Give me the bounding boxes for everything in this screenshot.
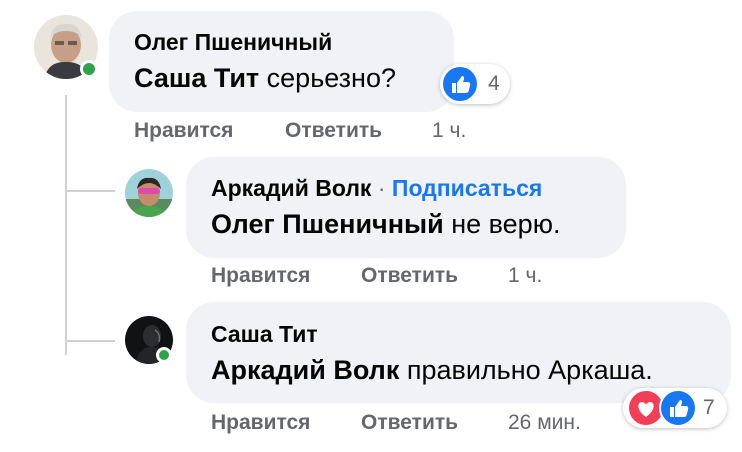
comment-timestamp[interactable]: 1 ч. xyxy=(432,119,466,143)
like-button[interactable]: Нравится xyxy=(211,264,310,288)
comment-timestamp[interactable]: 26 мин. xyxy=(508,411,581,435)
reaction-summary[interactable]: 7 xyxy=(623,388,727,428)
like-button[interactable]: Нравится xyxy=(134,119,233,143)
follow-button[interactable]: Подписаться xyxy=(392,175,542,201)
comment-bubble xyxy=(186,157,626,258)
mention-link[interactable]: Олег Пшеничный xyxy=(211,209,444,239)
like-icon xyxy=(659,389,697,427)
comment-text: Аркадий Волк правильно Аркаша. xyxy=(211,355,653,386)
reaction-summary[interactable]: 4 xyxy=(440,64,510,104)
reply-button[interactable]: Ответить xyxy=(361,411,458,435)
comment-bubble xyxy=(109,11,454,112)
comment-text: Саша Тит серьезно? xyxy=(134,63,396,94)
mention-link[interactable]: Аркадий Волк xyxy=(211,355,399,385)
like-icon xyxy=(443,67,477,101)
comment-author[interactable]: Олег Пшеничный xyxy=(134,29,332,56)
comment-body: серьезно? xyxy=(259,63,397,93)
thread-line xyxy=(65,95,67,355)
comment-author[interactable]: Аркадий Волк xyxy=(211,175,371,201)
comment-timestamp[interactable]: 1 ч. xyxy=(508,264,542,288)
online-status-indicator xyxy=(80,60,98,78)
comment-body: не верю. xyxy=(443,209,561,239)
reply-button[interactable]: Ответить xyxy=(285,119,382,143)
avatar-arkadiy[interactable] xyxy=(125,169,173,217)
mention-link[interactable]: Саша Тит xyxy=(134,63,259,93)
online-status-indicator xyxy=(156,347,172,363)
comment-body: правильно Аркаша. xyxy=(399,355,653,385)
separator-dot: · xyxy=(377,175,386,201)
reaction-count: 7 xyxy=(703,396,715,419)
reply-button[interactable]: Ответить xyxy=(361,264,458,288)
thread-branch xyxy=(65,190,115,192)
thread-branch xyxy=(65,340,115,342)
comment-text: Олег Пшеничный не верю. xyxy=(211,209,560,240)
like-button[interactable]: Нравится xyxy=(211,411,310,435)
comment-author[interactable]: Саша Тит xyxy=(211,321,318,348)
comment-author-line: Аркадий Волк · Подписаться xyxy=(211,175,542,202)
reaction-count: 4 xyxy=(488,72,500,95)
